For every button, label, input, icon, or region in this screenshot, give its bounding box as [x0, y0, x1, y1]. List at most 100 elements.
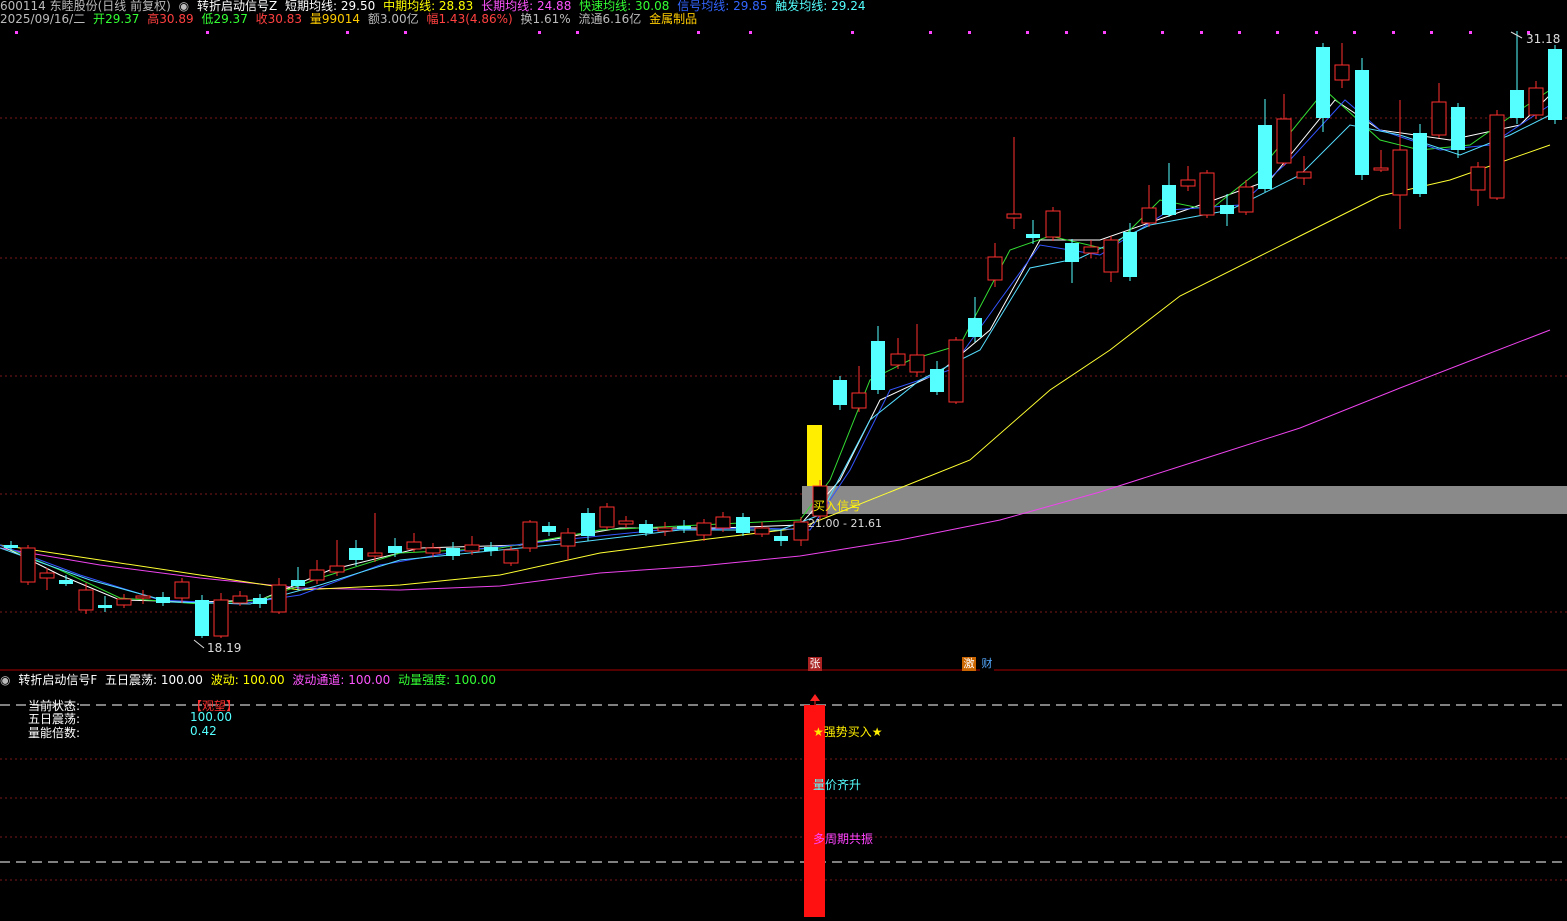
candle-body — [599, 506, 615, 528]
candle — [774, 530, 788, 546]
badge-ji[interactable]: 激 — [962, 656, 976, 671]
candle-body — [367, 552, 383, 557]
candle — [657, 522, 673, 536]
low-marker-label: 18.19 — [207, 641, 241, 655]
candle-body — [581, 513, 595, 536]
candle-body — [1006, 213, 1022, 219]
candle — [174, 578, 190, 603]
candle-body — [1083, 246, 1099, 254]
candle — [1510, 31, 1524, 124]
badge-zhang[interactable]: 张 — [808, 656, 822, 671]
kline-chart[interactable]: 31.18 18.19 买入信号 21.00 - 21.61 ★强势买入★ 量价… — [0, 0, 1567, 921]
candle-body — [1258, 125, 1272, 189]
candle-body — [1334, 64, 1350, 81]
candle — [291, 567, 305, 590]
event-dots — [15, 31, 1530, 34]
candle-body — [1180, 179, 1196, 187]
candle-body — [696, 522, 712, 536]
candle — [968, 297, 982, 342]
candle — [1162, 163, 1176, 217]
candle — [1276, 94, 1292, 166]
candle-body — [349, 548, 363, 560]
candle — [696, 519, 712, 541]
candle — [1528, 81, 1544, 119]
candle — [736, 513, 750, 536]
candle-body — [715, 516, 731, 529]
sub-shock-value: 100.00 — [160, 673, 203, 687]
candle — [1199, 170, 1215, 218]
candle — [1006, 137, 1022, 229]
candle-body — [1373, 167, 1389, 171]
candle-body — [639, 524, 653, 533]
candle-body — [1238, 186, 1254, 213]
candle — [1548, 45, 1562, 124]
badge-cai-label: 财 — [980, 657, 994, 671]
ma-line — [0, 99, 1551, 605]
candle — [890, 338, 906, 369]
candle — [599, 503, 615, 530]
candle-body — [1123, 232, 1137, 277]
candle-body — [1296, 171, 1312, 179]
candle-body — [522, 521, 538, 549]
candle — [581, 508, 595, 541]
candle-body — [1276, 118, 1292, 164]
candle-body — [890, 353, 906, 366]
candle-body — [1470, 166, 1486, 191]
candle — [677, 520, 691, 533]
candle-body — [174, 581, 190, 599]
candle — [1103, 236, 1119, 282]
candle-body — [909, 354, 925, 373]
candle — [309, 560, 325, 584]
candle — [271, 578, 287, 614]
candle-body — [930, 369, 944, 392]
ratio-label: 量能倍数: — [28, 726, 81, 740]
candle — [59, 575, 73, 586]
candle — [1296, 156, 1312, 185]
candle-body — [135, 595, 151, 599]
sub-channel-label: 波动通道: — [292, 673, 349, 687]
sub-momentum-value: 100.00 — [453, 673, 496, 687]
candle — [1451, 103, 1465, 158]
candle — [329, 540, 345, 576]
candle — [833, 376, 847, 410]
candle-body — [1413, 133, 1427, 194]
candle-body — [677, 526, 691, 529]
candle — [213, 593, 229, 638]
candle-body — [59, 580, 73, 584]
candle-body — [213, 599, 229, 637]
candle — [446, 542, 460, 560]
candle-body — [425, 547, 441, 554]
candle-body — [1451, 107, 1465, 150]
candle — [484, 542, 498, 556]
signal-band — [802, 486, 1567, 514]
candle-body — [1199, 172, 1215, 216]
candle-body — [291, 580, 305, 586]
candle — [754, 522, 770, 537]
candle — [1355, 58, 1369, 180]
candle — [135, 590, 151, 604]
candle-body — [406, 541, 422, 550]
vol-price-text: 量价齐升 — [813, 777, 861, 792]
sub-pane-header: ◉ 转折启动信号F 五日震荡: 100.00 波动: 100.00 波动通道: … — [0, 673, 500, 687]
candle-body — [1528, 87, 1544, 116]
candle-body — [1489, 114, 1505, 199]
candle — [909, 324, 925, 377]
candle — [116, 594, 132, 608]
ma-line — [0, 94, 1551, 603]
candle-body — [1316, 47, 1330, 118]
ma-line — [0, 144, 1551, 591]
candle-body — [271, 584, 287, 613]
candle — [987, 243, 1003, 287]
candle-body — [1103, 239, 1119, 273]
ratio-value: 0.42 — [190, 724, 217, 738]
badge-cai[interactable]: 财 — [980, 656, 994, 671]
candle — [1334, 43, 1350, 88]
candle-body — [987, 256, 1003, 281]
candle — [20, 545, 36, 585]
sub-settings-icon[interactable]: ◉ — [0, 673, 10, 687]
candle-body — [1548, 49, 1562, 120]
candle — [522, 520, 538, 552]
sub-indicator-name[interactable]: 转折启动信号F — [18, 673, 97, 687]
badge-zhang-label: 张 — [808, 657, 822, 671]
candle — [793, 517, 809, 546]
